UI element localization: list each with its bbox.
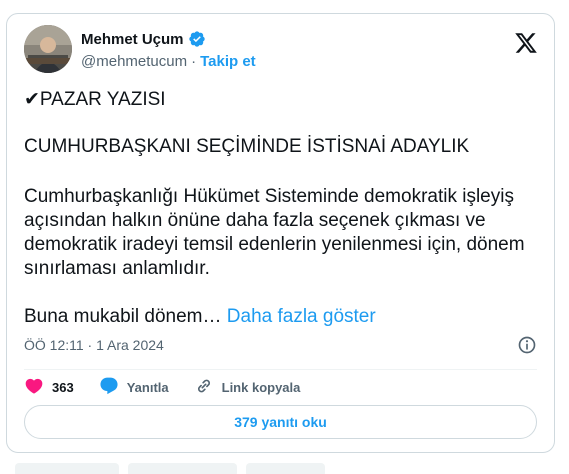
placeholder-block	[128, 463, 237, 474]
divider	[24, 369, 537, 370]
tweet-paragraph: Cumhurbaşkanlığı Hükümet Sisteminde demo…	[24, 186, 525, 279]
reply-button[interactable]: Yanıtla	[99, 376, 169, 399]
placeholder-block	[246, 463, 325, 474]
copy-link-label: Link kopyala	[221, 379, 301, 395]
avatar[interactable]	[24, 25, 72, 73]
author-name-row: Mehmet Uçum	[81, 30, 206, 48]
tweet-truncated-text: Buna mukabil dönem…	[24, 306, 222, 327]
info-icon[interactable]	[517, 335, 537, 355]
tweet-line-title: CUMHURBAŞKANI SEÇİMİNDE İSTİSNAİ ADAYLIK	[24, 136, 470, 157]
x-logo-icon[interactable]	[514, 31, 538, 55]
author-handle[interactable]: @mehmetucum	[81, 53, 187, 70]
follow-button[interactable]: Takip et	[200, 53, 256, 70]
like-button[interactable]: 363	[24, 376, 74, 399]
read-replies-button[interactable]: 379 yanıtı oku	[24, 405, 537, 439]
tweet-card: Mehmet Uçum @mehmetucum · Takip et ✔PAZA…	[6, 13, 555, 453]
heart-icon	[24, 376, 44, 399]
separator: ·	[191, 53, 197, 70]
action-bar: 363 Yanıtla Link kopyala	[24, 374, 325, 400]
placeholder-block	[15, 463, 119, 474]
tweet-truncated-line: Buna mukabil dönem… Daha fazla göster	[24, 305, 376, 329]
copy-link-button[interactable]: Link kopyala	[194, 376, 301, 399]
tweet-timestamp[interactable]: ÖÖ 12:11 · 1 Ara 2024	[24, 337, 164, 353]
reply-label: Yanıtla	[126, 379, 169, 395]
tweet-line-heading: ✔PAZAR YAZISI	[24, 89, 166, 110]
verified-badge-icon	[188, 30, 206, 48]
link-icon	[194, 376, 214, 399]
show-more-link[interactable]: Daha fazla göster	[227, 306, 376, 327]
like-count: 363	[52, 379, 74, 395]
reply-bubble-icon	[99, 376, 119, 399]
tweet-header: Mehmet Uçum @mehmetucum · Takip et	[24, 25, 538, 75]
author-handle-row: @mehmetucum · Takip et	[81, 53, 256, 70]
author-name[interactable]: Mehmet Uçum	[81, 31, 184, 48]
